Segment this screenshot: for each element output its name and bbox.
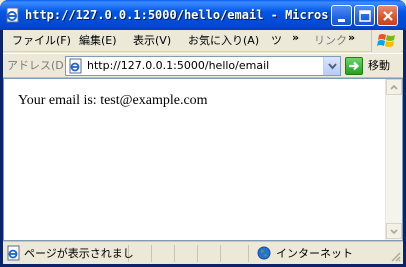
ie-app-icon[interactable] <box>5 7 21 23</box>
address-bar: アドレス(D) 移動 <box>3 53 403 78</box>
status-pane-blank-3 <box>175 245 198 262</box>
windows-logo-icon <box>371 30 401 52</box>
address-dropdown-button[interactable] <box>323 57 340 75</box>
menu-overflow-chevron[interactable]: » <box>292 31 299 44</box>
menu-file[interactable]: ファイル(F) <box>12 33 71 49</box>
resize-grip-icon[interactable] <box>389 250 401 265</box>
address-field[interactable] <box>65 56 341 76</box>
maximize-icon <box>359 10 371 22</box>
menu-favorites[interactable]: お気に入り(A) <box>188 33 259 49</box>
status-message-pane: ページが表示されまし <box>3 245 134 264</box>
window-title: http://127.0.0.1:5000/hello/email - Micr… <box>25 8 335 22</box>
minimize-button[interactable] <box>331 5 352 26</box>
status-pane-blank-1 <box>129 245 152 262</box>
title-bar[interactable]: http://127.0.0.1:5000/hello/email - Micr… <box>0 0 406 30</box>
status-zone-pane: インターネット <box>249 245 389 262</box>
address-input[interactable] <box>87 58 319 74</box>
status-pane-blank-2 <box>152 245 175 262</box>
browser-frame: ファイル(F) 編集(E) 表示(V) お気に入り(A) ツ » リンク » ア… <box>3 30 403 264</box>
status-message: ページが表示されまし <box>24 247 134 260</box>
globe-icon <box>257 246 271 263</box>
scroll-up-button[interactable] <box>386 79 402 95</box>
status-bar: ページが表示されまし インターネット <box>3 241 403 264</box>
browser-window: http://127.0.0.1:5000/hello/email - Micr… <box>0 0 406 267</box>
address-label: アドレス(D) <box>7 59 69 72</box>
go-button[interactable]: 移動 <box>345 56 401 76</box>
ie-page-icon <box>68 58 84 74</box>
close-button[interactable] <box>377 5 398 26</box>
vertical-scrollbar[interactable] <box>385 79 402 240</box>
menu-bar: ファイル(F) 編集(E) 表示(V) お気に入り(A) ツ » リンク » <box>3 30 403 52</box>
links-overflow-chevron[interactable]: » <box>348 31 355 44</box>
menu-tools[interactable]: ツ <box>271 33 282 49</box>
chevron-up-icon <box>390 84 398 90</box>
go-button-label: 移動 <box>368 59 390 72</box>
scroll-down-button[interactable] <box>386 223 402 239</box>
menu-edit[interactable]: 編集(E) <box>79 33 117 49</box>
page-content: Your email is: test@example.com <box>3 78 403 241</box>
links-toolbar-label[interactable]: リンク <box>314 33 347 49</box>
status-zone-label: インターネット <box>276 247 353 260</box>
close-icon <box>383 11 393 21</box>
minimize-icon <box>338 19 345 22</box>
chevron-down-icon <box>328 63 337 70</box>
menu-view[interactable]: 表示(V) <box>133 33 171 49</box>
ie-page-icon <box>6 245 22 264</box>
maximize-button[interactable] <box>354 5 375 26</box>
status-pane-blank-5 <box>221 245 249 262</box>
chevron-down-icon <box>390 229 398 235</box>
status-pane-blank-4 <box>198 245 221 262</box>
email-message: Your email is: test@example.com <box>18 93 208 108</box>
green-arrow-icon <box>345 57 363 75</box>
